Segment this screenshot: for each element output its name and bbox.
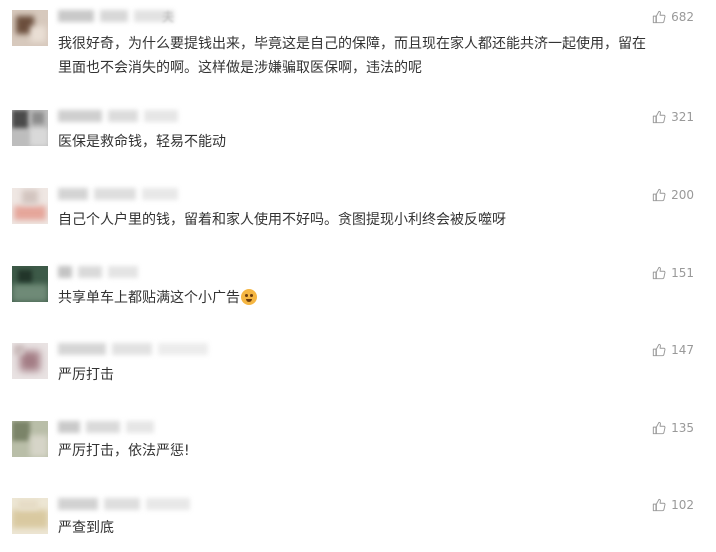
thumbs-up-icon <box>652 110 666 124</box>
avatar[interactable] <box>12 498 48 534</box>
comment-text-line: 里面也不会消失的啊。这样做是涉嫌骗取医保啊，违法的呢 <box>58 60 422 76</box>
thumbs-up-icon <box>652 188 666 202</box>
like-button[interactable]: 682 <box>652 8 694 26</box>
like-count: 102 <box>671 498 694 512</box>
comment-text: 严厉打击 <box>58 363 698 387</box>
thumbs-up-icon <box>652 10 666 24</box>
like-count: 682 <box>671 10 694 24</box>
avatar[interactable] <box>12 10 48 46</box>
comment-text: 共享单车上都贴满这个小广告 <box>58 286 698 310</box>
comment-text: 自己个人户里的钱，留着和家人使用不好吗。贪图提现小利终会被反噬呀 <box>58 208 698 232</box>
like-count: 200 <box>671 188 694 202</box>
like-count: 135 <box>671 421 694 435</box>
avatar[interactable] <box>12 188 48 224</box>
comment-text-line: 共享单车上都贴满这个小广告 <box>58 290 240 306</box>
username-blurred[interactable] <box>58 110 184 122</box>
like-button[interactable]: 147 <box>652 341 694 359</box>
like-count: 147 <box>671 343 694 357</box>
avatar[interactable] <box>12 421 48 457</box>
comment-text-line: 严查到底 <box>58 520 114 536</box>
comment-text: 医保是救命钱，轻易不能动 <box>58 130 698 154</box>
thumbs-up-icon <box>652 343 666 357</box>
thumbs-up-icon <box>652 421 666 435</box>
like-button[interactable]: 135 <box>652 419 694 437</box>
avatar[interactable] <box>12 343 48 379</box>
like-count: 321 <box>671 110 694 124</box>
like-button[interactable]: 321 <box>652 108 694 126</box>
username-blurred[interactable] <box>58 266 144 278</box>
like-button[interactable]: 200 <box>652 186 694 204</box>
username-blurred[interactable] <box>58 421 160 433</box>
like-button[interactable]: 151 <box>652 264 694 282</box>
avatar[interactable] <box>12 266 48 302</box>
avatar[interactable] <box>12 110 48 146</box>
comment-text-line: 严厉打击，依法严惩! <box>58 443 190 459</box>
username-blurred[interactable] <box>58 498 196 510</box>
comment-text: 严厉打击，依法严惩! <box>58 439 698 463</box>
comment-list: 夫 我很好奇，为什么要提钱出来，毕竟这是自己的保障，而且现在家人都还能共济一起使… <box>0 0 716 552</box>
comment-text-line: 我很好奇，为什么要提钱出来，毕竟这是自己的保障，而且现在家人都还能共济一起使用，… <box>58 36 646 52</box>
like-button[interactable]: 102 <box>652 496 694 514</box>
comment-text: 我很好奇，为什么要提钱出来，毕竟这是自己的保障，而且现在家人都还能共济一起使用，… <box>58 32 698 80</box>
like-count: 151 <box>671 266 694 280</box>
grin-emoji-icon <box>241 289 257 305</box>
username-blurred[interactable] <box>58 343 214 355</box>
username-blurred[interactable] <box>58 188 184 200</box>
comment-text-line: 严厉打击 <box>58 367 114 383</box>
thumbs-up-icon <box>652 498 666 512</box>
comment-text-line: 医保是救命钱，轻易不能动 <box>58 134 226 150</box>
comment-text-line: 自己个人户里的钱，留着和家人使用不好吗。贪图提现小利终会被反噬呀 <box>58 212 506 228</box>
comment-text: 严查到底 <box>58 516 698 540</box>
username-tail: 夫 <box>162 10 175 24</box>
thumbs-up-icon <box>652 266 666 280</box>
